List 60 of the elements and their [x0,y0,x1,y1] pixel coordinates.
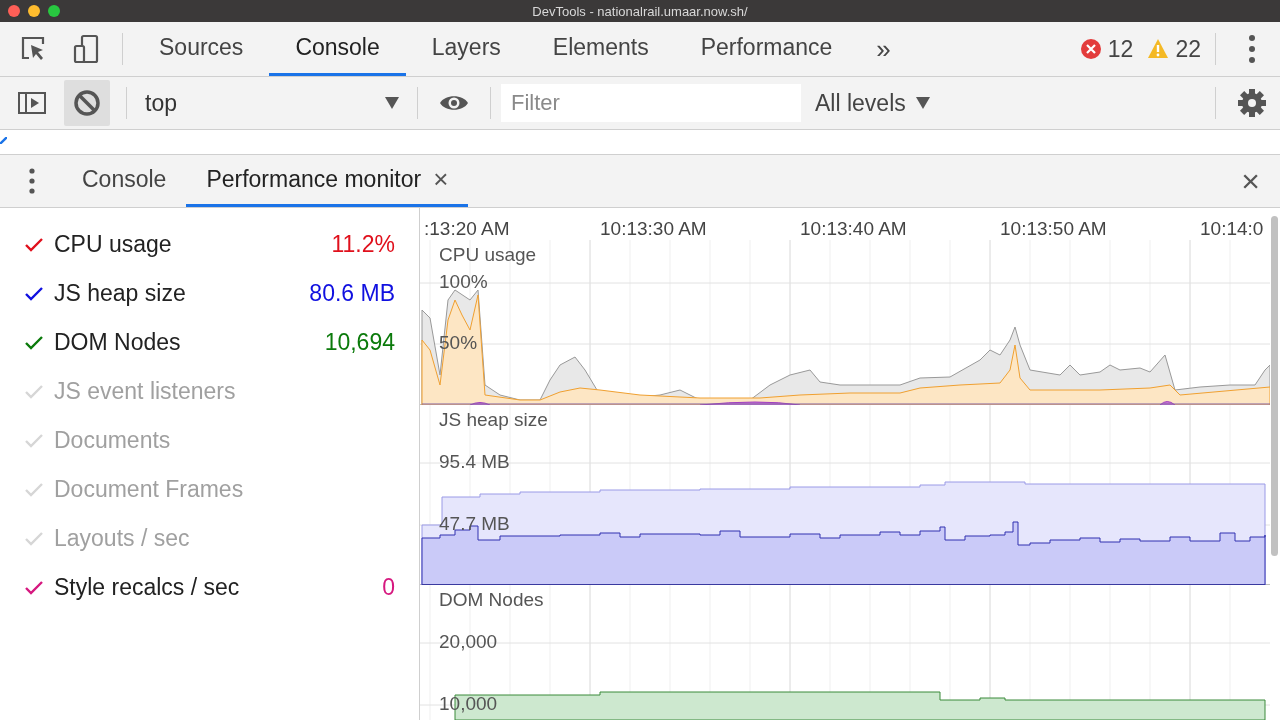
metric-label: CPU usage [54,231,172,258]
drawer-tab[interactable]: Performance monitor × [186,155,469,207]
dropdown-arrow-icon [915,97,930,109]
metric-label: DOM Nodes [54,329,181,356]
close-drawer-button[interactable]: × [1235,161,1266,201]
metric-label: Layouts / sec [54,525,190,552]
close-tab-button[interactable]: × [433,164,449,195]
graph-title: JS heap size [439,409,548,431]
axis-label: 47.7 MB [439,513,510,535]
checkmark-icon[interactable] [24,334,44,351]
time-label: :13:20 AM [424,218,511,240]
zoom-window-button[interactable] [48,5,60,17]
metric-value: 0 [382,574,395,601]
checkmark-icon[interactable] [24,285,44,302]
graph-title: DOM Nodes [439,589,544,611]
metric-label: JS event listeners [54,378,236,405]
panel-tab[interactable]: Elements [526,22,675,76]
metric-label: JS heap size [54,280,186,307]
time-label: 10:13:50 AM [1000,218,1108,240]
panel-tab[interactable]: Performance [674,22,859,76]
metric-label: Style recalcs / sec [54,574,240,601]
metric-value: 80.6 MB [309,280,395,307]
warning-icon [1147,38,1170,60]
axis-label: 50% [439,332,478,354]
metric-label: Documents [54,427,171,454]
axis-label: 100% [439,271,488,293]
checkmark-icon[interactable] [24,236,44,253]
metric-label: Document Frames [54,476,244,503]
metric-value: 10,694 [324,329,395,356]
device-icon [71,34,101,64]
axis-label: 95.4 MB [439,451,510,473]
panel-tab[interactable]: Sources [133,22,270,76]
clear-icon [72,88,102,118]
error-count: 12 [1107,35,1134,63]
levels-dropdown[interactable]: All levels [809,88,936,118]
settings-icon [1237,88,1267,118]
error-icon [1079,38,1102,60]
panel-tab[interactable]: Layers [405,22,527,76]
time-label: 10:14:0 [1200,218,1265,240]
window-title: DevTools - nationalrail.umaar.now.sh/ [532,3,748,19]
checkmark-icon[interactable] [24,579,44,596]
filter-field[interactable]: Filter [501,84,801,122]
axis-label: 10,000 [439,693,498,715]
warning-count: 22 [1175,35,1201,63]
context-dropdown[interactable]: top [137,89,407,117]
kebab-menu-icon [1249,35,1255,63]
edit-caret-icon [0,137,7,144]
scrollbar[interactable] [1271,216,1278,556]
close-window-button[interactable] [8,5,20,17]
metric-value: 11.2% [331,231,395,258]
time-label: 10:13:30 AM [600,218,708,240]
axis-label: 20,000 [439,631,498,653]
more-tabs-button[interactable]: » [876,33,891,65]
dropdown-arrow-icon [385,97,399,109]
time-label: 10:13:40 AM [800,218,908,240]
kebab-menu-icon [28,167,36,195]
minimize-window-button[interactable] [28,5,40,17]
clear-console-button[interactable] [64,80,110,126]
drawer-tab[interactable]: Console [62,155,187,207]
graph-title: CPU usage [439,244,537,266]
